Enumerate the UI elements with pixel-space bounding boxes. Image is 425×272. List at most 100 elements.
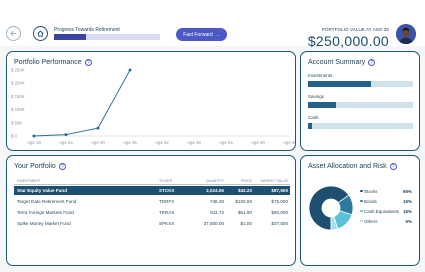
portfolio-value: $250,000.00 (307, 33, 389, 49)
x-tick-label: Age 30 (91, 140, 105, 145)
x-tick-label: Age 24 (59, 140, 73, 145)
panel-title-allocation: Asset Allocation and Risk ? (308, 163, 397, 170)
legend-dot (360, 199, 363, 203)
legend-item: Others 5% (360, 218, 412, 224)
legend-dot (360, 189, 363, 193)
fast-forward-label: Fast Forward (183, 31, 213, 38)
home-button[interactable] (33, 26, 48, 41)
info-icon[interactable]: ? (368, 59, 376, 66)
legend-dot (360, 209, 363, 213)
market-value: $87,500 (271, 188, 288, 193)
portfolio-table-header: INVESTMENT TICKER QUANTITY PRICE MARKET … (14, 178, 290, 185)
x-tick-label: Age 36 (123, 140, 137, 145)
price: $1.00 (240, 221, 253, 226)
quantity: 811.72 (210, 210, 224, 215)
ticker: TDRFX (159, 199, 175, 204)
table-row[interactable]: Star Equity Value Fund STCKX 2,024.06 $4… (14, 186, 290, 195)
header-bar: Progress Towards Retirement Fast Forward… (0, 0, 425, 49)
retirement-progress-bar (54, 34, 160, 40)
account-label-cash: Cash (308, 115, 319, 120)
legend-label: Stocks (364, 188, 378, 194)
market-value: $50,000 (271, 210, 288, 215)
arrow-left-icon (10, 30, 17, 37)
legend-item: Cash Equivalents 15% (360, 208, 412, 214)
user-avatar-icon (396, 24, 416, 44)
info-icon[interactable]: ? (58, 163, 66, 170)
legend-label: Bonds (364, 198, 377, 204)
panel-title-account-summary: Account Summary ? (308, 59, 376, 66)
quantity: 37,500.00 (203, 221, 224, 226)
portfolio-title: Your Portfolio (14, 163, 56, 170)
table-row[interactable]: Spike Money Market Fund SPKXX 37,500.00 … (14, 219, 290, 228)
account-bar-fill (308, 102, 337, 108)
table-row[interactable]: Target Date Retirement Fund TDRFX 748.29… (14, 197, 290, 206)
legend-item: Bonds 15% (360, 198, 412, 204)
legend-value: 5% (405, 218, 412, 224)
allocation-title: Asset Allocation and Risk (308, 163, 387, 170)
account-label-investments: Investments (308, 73, 333, 78)
column-ticker: TICKER (159, 179, 173, 183)
investment-name: Spike Money Market Fund (17, 221, 71, 226)
performance-title: Portfolio Performance (14, 59, 82, 66)
x-tick-label: Age 60 (251, 140, 265, 145)
x-tick-label: Age 48 (187, 140, 201, 145)
data-point (96, 126, 100, 130)
series-line (33, 69, 131, 137)
retirement-progress-fill (54, 34, 86, 40)
investment-name: Terra Foreign Markets Fund (17, 210, 74, 215)
panel-title-performance: Portfolio Performance ? (14, 59, 92, 66)
legend-item: Stocks 65% (360, 188, 412, 194)
avatar[interactable] (396, 24, 416, 44)
y-tick-label: $ 150K (11, 94, 25, 99)
price: $43.23 (237, 188, 252, 193)
info-icon[interactable]: ? (389, 163, 397, 170)
column-investment: INVESTMENT (17, 179, 41, 183)
legend-label: Others (364, 218, 378, 224)
info-icon[interactable]: ? (84, 59, 92, 66)
account-bar-savings (308, 102, 413, 108)
account-bar-cash (308, 123, 413, 129)
performance-chart: $ 0 $ 50K $ 100K $ 150K $ 200K $ 250K Age 18 Ag… (11, 68, 295, 146)
price: $61.60 (237, 210, 252, 215)
market-value: $75,000 (271, 199, 288, 204)
allocation-donut-chart (308, 185, 354, 231)
y-tick-label: $ 0 (11, 134, 18, 139)
x-tick-label: Age 42 (155, 140, 169, 145)
data-point (64, 133, 68, 137)
portfolio-value-label: PORTFOLIO VALUE AT AGE 36 (321, 27, 389, 32)
quantity: 2,024.06 (206, 188, 224, 193)
ticker: SPKXX (159, 221, 175, 226)
panel-title-portfolio: Your Portfolio ? (14, 163, 66, 170)
progress-label: Progress Towards Retirement (54, 27, 120, 33)
market-value: $37,500 (271, 221, 288, 226)
account-bar-fill (308, 81, 371, 87)
y-tick-label: $ 100K (11, 107, 25, 112)
table-row[interactable]: Terra Foreign Markets Fund TERAX 811.72 … (14, 208, 290, 217)
account-label-savings: Savings (308, 94, 325, 99)
your-portfolio-panel: Your Portfolio ? INVESTMENT TICKER QUANT… (6, 155, 296, 266)
retirement-dashboard: Progress Towards Retirement Fast Forward… (0, 0, 425, 272)
y-tick-label: $ 200K (11, 81, 25, 86)
data-point (32, 134, 36, 138)
investment-name: Target Date Retirement Fund (17, 199, 77, 204)
account-summary-title: Account Summary (308, 59, 366, 66)
arrow-right-icon: → (214, 31, 220, 38)
fast-forward-button[interactable]: Fast Forward → (176, 28, 227, 41)
y-tick-label: $ 50K (11, 120, 22, 125)
back-button[interactable] (6, 26, 21, 41)
data-point (128, 68, 132, 72)
account-bar-fill (308, 123, 313, 129)
x-tick-label: Age 54 (219, 140, 233, 145)
column-market-value: MARKET VALUE (260, 179, 288, 183)
column-price: PRICE (241, 179, 252, 183)
portfolio-performance-panel: Portfolio Performance ? $ 0 $ 50K $ 100K $ … (6, 51, 296, 151)
asset-allocation-panel: Asset Allocation and Risk ? Stocks 65% B… (300, 155, 420, 266)
legend-value: 15% (402, 198, 412, 204)
legend-value: 65% (402, 188, 412, 194)
y-tick-label: $ 250K (11, 68, 25, 73)
price: $100.50 (235, 199, 252, 204)
home-icon (37, 30, 44, 37)
investment-name: Star Equity Value Fund (17, 188, 68, 193)
x-tick-label: Age 66 (283, 140, 295, 145)
ticker: STCKX (159, 188, 175, 193)
